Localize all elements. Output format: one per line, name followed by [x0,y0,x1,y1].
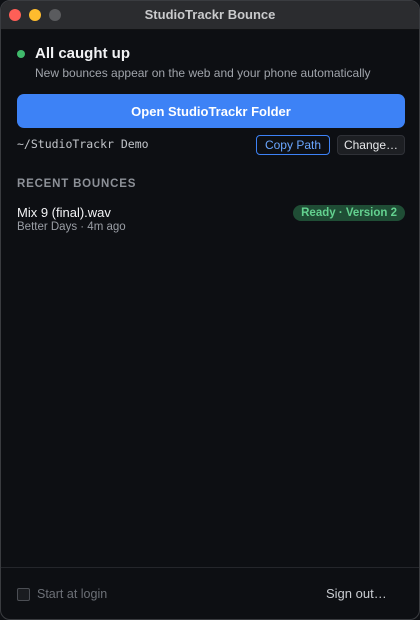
start-at-login-label[interactable]: Start at login [37,587,107,601]
status-title: All caught up [35,45,130,62]
start-at-login-checkbox[interactable] [17,588,30,601]
bounce-meta: Better Days · 4m ago [17,221,126,233]
status-badge: Ready · Version 2 [293,205,405,221]
window-title: StudioTrackr Bounce [144,7,276,22]
recent-bounces-heading: RECENT BOUNCES [17,178,137,190]
app-window: StudioTrackr Bounce All caught up New bo… [0,0,420,620]
open-folder-button[interactable]: Open StudioTrackr Folder [17,94,405,128]
list-item[interactable]: Mix 9 (final).wav Better Days · 4m ago R… [1,199,419,241]
status-indicator-dot [17,50,25,58]
copy-path-button[interactable]: Copy Path [256,135,330,155]
footer-divider [1,567,419,568]
folder-path: ~/StudioTrackr Demo [17,137,149,151]
sign-out-button[interactable]: Sign out… [326,586,387,601]
change-folder-button[interactable]: Change… [337,135,405,155]
status-subtitle: New bounces appear on the web and your p… [35,66,371,80]
title-bar[interactable]: StudioTrackr Bounce [1,1,419,30]
bounce-file-name: Mix 9 (final).wav [17,205,111,220]
